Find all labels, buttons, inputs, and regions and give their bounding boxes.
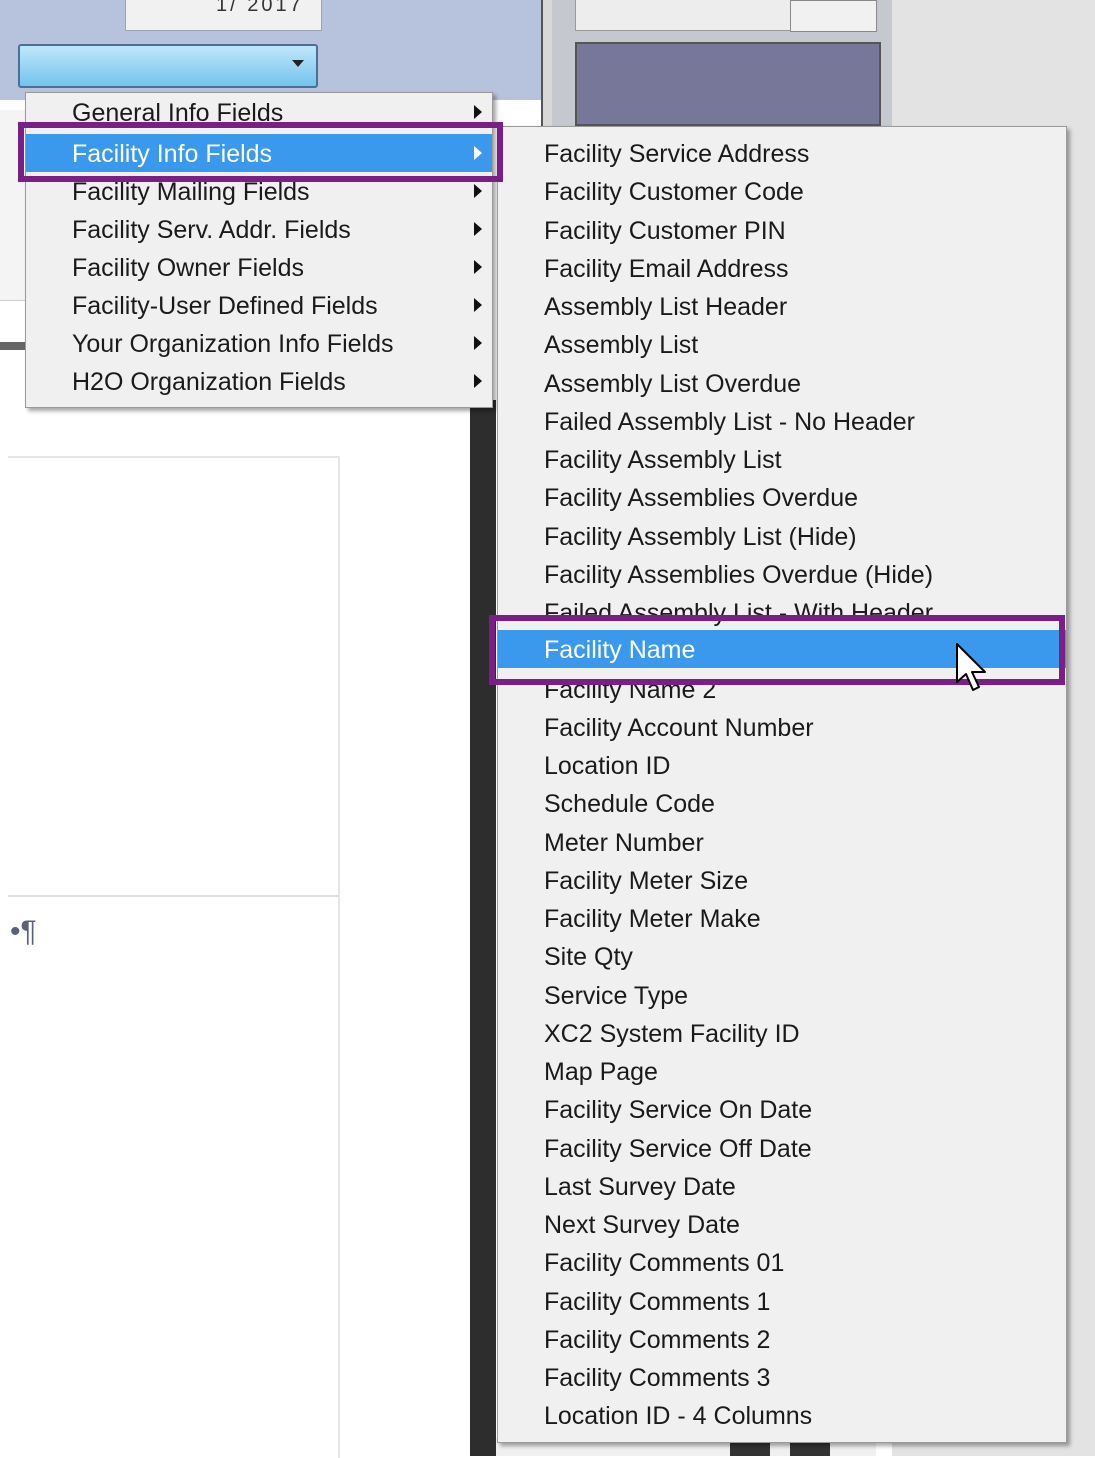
- submenu-arrow-icon: [474, 260, 482, 274]
- submenu-item-label: Location ID - 4 Columns: [544, 1402, 813, 1430]
- submenu-item-facility-customer-pin[interactable]: Facility Customer PIN: [498, 211, 1066, 249]
- submenu-item-xc2-system-facility-id[interactable]: XC2 System Facility ID: [498, 1014, 1066, 1052]
- submenu-item-label: Facility Meter Size: [544, 867, 749, 895]
- mouse-pointer-icon: [956, 643, 986, 691]
- ruler-marker: [0, 342, 28, 350]
- submenu-item-facility-account-number[interactable]: Facility Account Number: [498, 708, 1066, 746]
- submenu-item-assembly-list-overdue[interactable]: Assembly List Overdue: [498, 364, 1066, 402]
- submenu-item-facility-comments-1[interactable]: Facility Comments 1: [498, 1282, 1066, 1320]
- menu-item-your-organization-info-fields[interactable]: Your Organization Info Fields: [26, 324, 492, 362]
- submenu-item-label: Facility Comments 3: [544, 1364, 771, 1392]
- submenu-item-label: Facility Customer Code: [544, 178, 804, 206]
- chevron-down-icon[interactable]: [292, 60, 304, 67]
- submenu-item-label: Failed Assembly List - No Header: [544, 408, 915, 436]
- submenu-item-label: Schedule Code: [544, 790, 715, 818]
- menu-item-facility-user-defined-fields[interactable]: Facility-User Defined Fields: [26, 286, 492, 324]
- submenu-item-location-id-4-columns[interactable]: Location ID - 4 Columns: [498, 1396, 1066, 1434]
- submenu-item-failed-assembly-list-no-header[interactable]: Failed Assembly List - No Header: [498, 402, 1066, 440]
- paragraph-mark: •¶: [10, 915, 37, 948]
- menu-item-label: Your Organization Info Fields: [72, 330, 394, 358]
- document-page[interactable]: [8, 456, 340, 1458]
- submenu-item-label: Facility Assemblies Overdue: [544, 484, 859, 512]
- submenu-item-facility-service-off-date[interactable]: Facility Service Off Date: [498, 1129, 1066, 1167]
- field-selector-dropdown[interactable]: [18, 44, 318, 88]
- right-panel-button[interactable]: [790, 0, 877, 32]
- submenu-item-label: Last Survey Date: [544, 1173, 736, 1201]
- submenu-item-label: XC2 System Facility ID: [544, 1020, 800, 1048]
- submenu-item-service-type[interactable]: Service Type: [498, 976, 1066, 1014]
- facility-info-submenu: Facility Service Address Facility Custom…: [497, 126, 1067, 1443]
- submenu-item-facility-meter-make[interactable]: Facility Meter Make: [498, 899, 1066, 937]
- submenu-item-facility-assemblies-overdue[interactable]: Facility Assemblies Overdue: [498, 478, 1066, 516]
- submenu-item-label: Facility Service On Date: [544, 1096, 813, 1124]
- menu-item-h2o-organization-fields[interactable]: H2O Organization Fields: [26, 362, 492, 400]
- submenu-item-location-id[interactable]: Location ID: [498, 746, 1066, 784]
- menu-item-label: Facility-User Defined Fields: [72, 292, 378, 320]
- submenu-item-label: Facility Account Number: [544, 714, 814, 742]
- submenu-item-facility-service-address[interactable]: Facility Service Address: [498, 134, 1066, 172]
- document-divider: [8, 895, 338, 897]
- submenu-item-facility-service-on-date[interactable]: Facility Service On Date: [498, 1090, 1066, 1128]
- submenu-item-label: Facility Meter Make: [544, 905, 761, 933]
- submenu-item-label: Facility Assembly List (Hide): [544, 523, 857, 551]
- highlight-box-facility-info-fields: [18, 122, 503, 182]
- right-panel-preview: [575, 42, 881, 126]
- submenu-item-label: Facility Email Address: [544, 255, 789, 283]
- submenu-item-map-page[interactable]: Map Page: [498, 1052, 1066, 1090]
- submenu-arrow-icon: [474, 336, 482, 350]
- submenu-item-label: Site Qty: [544, 943, 633, 971]
- submenu-item-label: Facility Comments 01: [544, 1249, 785, 1277]
- submenu-item-label: Location ID: [544, 752, 671, 780]
- menu-item-label: H2O Organization Fields: [72, 368, 346, 396]
- submenu-item-facility-comments-01[interactable]: Facility Comments 01: [498, 1243, 1066, 1281]
- submenu-item-label: Facility Service Address: [544, 140, 810, 168]
- submenu-item-facility-assembly-list-hide[interactable]: Facility Assembly List (Hide): [498, 517, 1066, 555]
- submenu-item-facility-assemblies-overdue-hide[interactable]: Facility Assemblies Overdue (Hide): [498, 555, 1066, 593]
- submenu-item-label: Facility Comments 1: [544, 1288, 771, 1316]
- date-field-value: 1/ 2017: [216, 0, 304, 16]
- submenu-item-facility-comments-3[interactable]: Facility Comments 3: [498, 1358, 1066, 1396]
- submenu-item-label: Facility Assemblies Overdue (Hide): [544, 561, 934, 589]
- submenu-item-schedule-code[interactable]: Schedule Code: [498, 784, 1066, 822]
- dark-panel-edge: [470, 400, 496, 1456]
- submenu-item-next-survey-date[interactable]: Next Survey Date: [498, 1205, 1066, 1243]
- menu-item-label: Facility Owner Fields: [72, 254, 304, 282]
- submenu-item-label: Service Type: [544, 982, 689, 1010]
- menu-item-facility-serv-addr-fields[interactable]: Facility Serv. Addr. Fields: [26, 210, 492, 248]
- submenu-item-label: Assembly List: [544, 331, 699, 359]
- submenu-item-label: Meter Number: [544, 829, 704, 857]
- menu-item-facility-owner-fields[interactable]: Facility Owner Fields: [26, 248, 492, 286]
- submenu-item-last-survey-date[interactable]: Last Survey Date: [498, 1167, 1066, 1205]
- submenu-item-assembly-list-header[interactable]: Assembly List Header: [498, 287, 1066, 325]
- submenu-item-facility-customer-code[interactable]: Facility Customer Code: [498, 172, 1066, 210]
- submenu-item-facility-comments-2[interactable]: Facility Comments 2: [498, 1320, 1066, 1358]
- submenu-item-label: Facility Service Off Date: [544, 1135, 812, 1163]
- submenu-item-label: Map Page: [544, 1058, 658, 1086]
- submenu-item-label: Assembly List Header: [544, 293, 788, 321]
- submenu-arrow-icon: [474, 222, 482, 236]
- submenu-item-label: Next Survey Date: [544, 1211, 740, 1239]
- submenu-arrow-icon: [474, 184, 482, 198]
- submenu-arrow-icon: [474, 105, 482, 119]
- submenu-arrow-icon: [474, 298, 482, 312]
- date-field[interactable]: 1/ 2017: [125, 0, 322, 31]
- submenu-arrow-icon: [474, 374, 482, 388]
- submenu-item-facility-meter-size[interactable]: Facility Meter Size: [498, 861, 1066, 899]
- submenu-item-label: Facility Customer PIN: [544, 217, 786, 245]
- submenu-item-label: Facility Assembly List: [544, 446, 782, 474]
- submenu-item-site-qty[interactable]: Site Qty: [498, 937, 1066, 975]
- menu-item-label: Facility Mailing Fields: [72, 178, 310, 206]
- submenu-item-assembly-list[interactable]: Assembly List: [498, 325, 1066, 363]
- submenu-item-label: Assembly List Overdue: [544, 370, 802, 398]
- submenu-item-facility-email-address[interactable]: Facility Email Address: [498, 249, 1066, 287]
- menu-item-label: Facility Serv. Addr. Fields: [72, 216, 351, 244]
- submenu-item-meter-number[interactable]: Meter Number: [498, 823, 1066, 861]
- submenu-item-facility-assembly-list[interactable]: Facility Assembly List: [498, 440, 1066, 478]
- submenu-item-label: Facility Comments 2: [544, 1326, 771, 1354]
